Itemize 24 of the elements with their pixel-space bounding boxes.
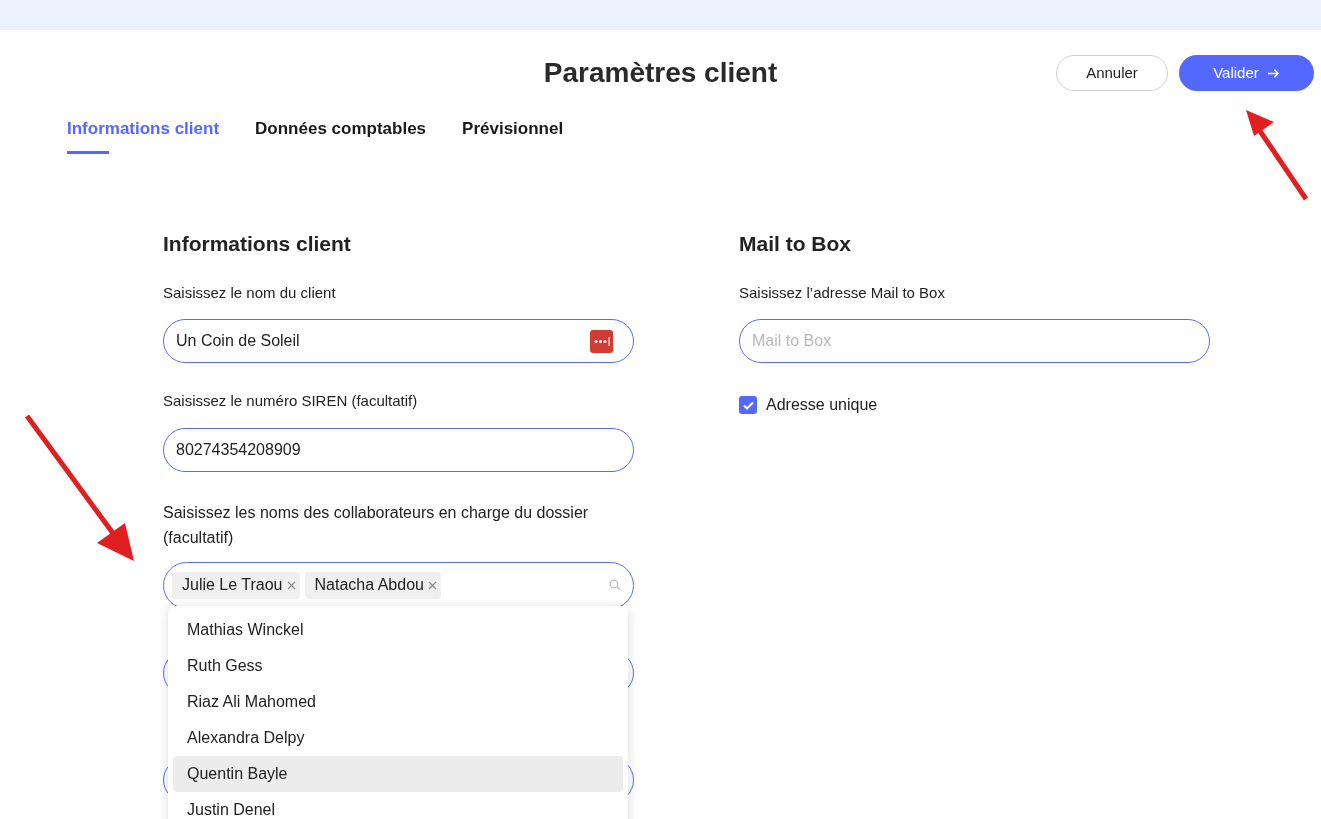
tab[interactable]: Informations client <box>67 116 220 156</box>
dropdown-option[interactable]: Quentin Bayle <box>173 756 623 792</box>
section-title: Mail to Box <box>739 231 852 257</box>
tab-underline <box>67 151 109 154</box>
validate-button[interactable]: Valider <box>1179 55 1314 91</box>
checkmark-icon <box>742 400 754 410</box>
cancel-button[interactable]: Annuler <box>1056 55 1168 91</box>
field-label: Saisissez le nom du client <box>163 282 337 303</box>
section-title: Informations client <box>163 231 352 257</box>
remove-icon[interactable] <box>286 580 296 590</box>
tab[interactable]: Prévisionnel <box>462 116 564 156</box>
collaborator-tag: Natacha Abdou <box>304 571 441 599</box>
mail-to-box-field[interactable]: Mail to Box <box>739 319 1210 363</box>
collaborator-tag: Julie Le Traou <box>172 571 300 599</box>
page-title: Paramètres client <box>543 56 778 90</box>
tab[interactable]: Données comptables <box>255 116 427 156</box>
field-label: Saisissez l’adresse Mail to Box <box>739 282 946 303</box>
checkbox[interactable] <box>739 396 757 414</box>
field-label: Saisissez les noms des collaborateurs en charge du dossier (facultatif) <box>163 502 590 548</box>
password-manager-icon[interactable] <box>590 329 613 353</box>
checkbox-label: Adresse unique <box>766 395 878 415</box>
search-icon <box>609 579 621 591</box>
remove-icon[interactable] <box>427 580 437 590</box>
field-label: Saisissez le numéro SIREN (facultatif) <box>163 391 419 411</box>
